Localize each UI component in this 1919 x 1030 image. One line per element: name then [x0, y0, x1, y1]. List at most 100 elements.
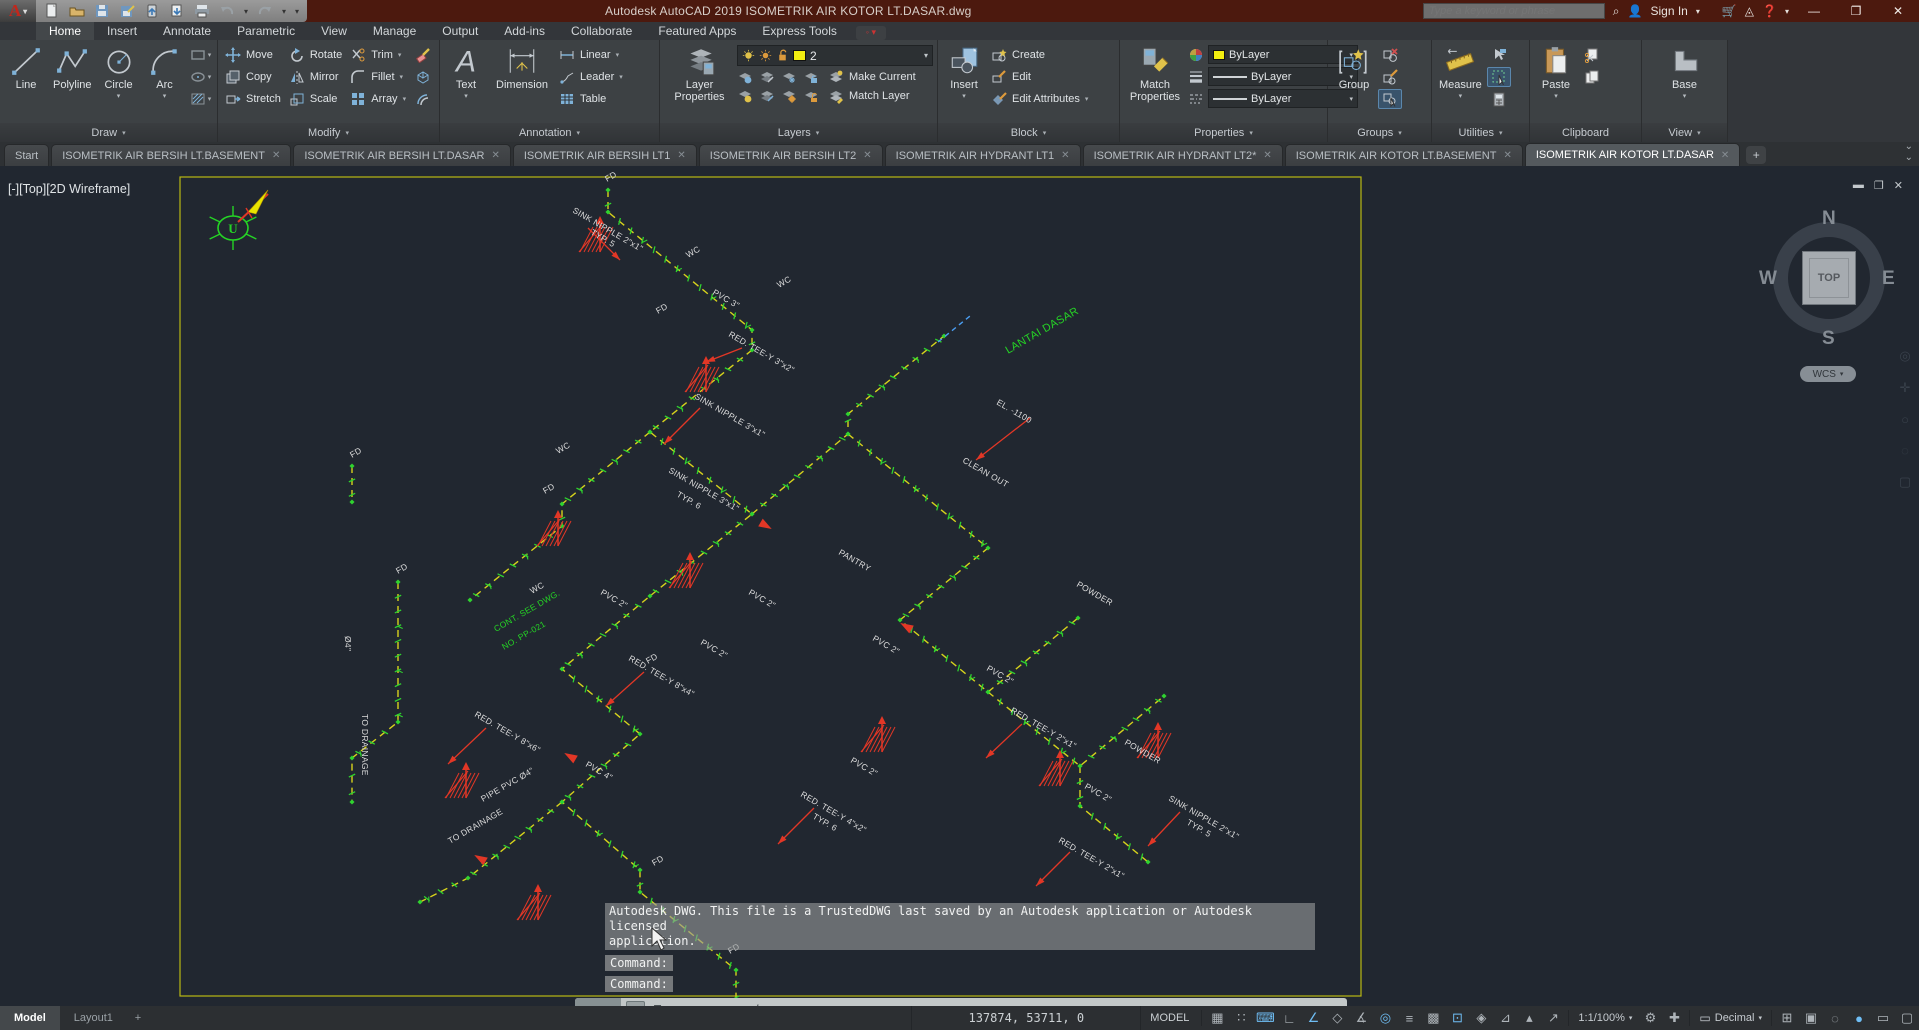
scale-button[interactable]: Scale: [286, 89, 345, 109]
tab-close-icon[interactable]: ✕: [272, 150, 280, 161]
drawing-label[interactable]: PIPE PVC Ø4": [479, 765, 536, 803]
measure-button[interactable]: Measure ▾: [1436, 43, 1485, 123]
erase-button[interactable]: [411, 45, 435, 65]
drawing-label[interactable]: PVC 2": [1083, 781, 1113, 804]
table-button[interactable]: Table: [556, 89, 626, 109]
plot-icon[interactable]: [194, 3, 210, 19]
drawing-label[interactable]: FD: [650, 853, 665, 868]
copy-button[interactable]: Copy: [222, 67, 284, 87]
save-to-mobile-icon[interactable]: [169, 3, 185, 19]
annotation-scale-add-icon[interactable]: ✚: [1662, 1006, 1686, 1030]
lineweight-icon[interactable]: ≡: [1397, 1006, 1421, 1030]
ungroup-button[interactable]: [1378, 45, 1402, 65]
base-button[interactable]: Base ▾: [1663, 43, 1707, 123]
drawing-label[interactable]: EL. -1100: [995, 397, 1034, 425]
quick-properties-icon[interactable]: ⊞: [1775, 1006, 1799, 1030]
drawing-label[interactable]: PVC 2": [871, 633, 901, 656]
ortho-icon[interactable]: ∟: [1277, 1006, 1301, 1030]
annotation-visibility-icon[interactable]: ▴: [1517, 1006, 1541, 1030]
layout1-tab[interactable]: Layout1: [60, 1006, 127, 1030]
pipe-line[interactable]: [348, 463, 356, 505]
drawing-label[interactable]: PVC 2": [747, 587, 777, 610]
layer-properties-button[interactable]: Layer Properties: [664, 43, 735, 123]
new-drawing-tab-button[interactable]: +: [1746, 146, 1767, 164]
offset-button[interactable]: [411, 89, 435, 109]
tab-close-icon[interactable]: ✕: [1263, 150, 1271, 161]
polar-tracking-icon[interactable]: ∠: [1301, 1006, 1325, 1030]
leader-line[interactable]: [705, 347, 743, 365]
array-button[interactable]: Array ▾: [347, 89, 409, 109]
layer-dropdown[interactable]: 2 ▾: [737, 45, 933, 66]
tab-close-icon[interactable]: ✕: [491, 150, 499, 161]
match-properties-button[interactable]: Match Properties: [1124, 43, 1186, 123]
linear-button[interactable]: Linear ▾: [556, 45, 626, 65]
circle-button[interactable]: Circle ▾: [97, 43, 141, 123]
ribbon-tab-home[interactable]: Home: [36, 22, 95, 40]
fillet-button[interactable]: Fillet ▾: [347, 67, 409, 87]
close-button[interactable]: ✕: [1881, 0, 1915, 22]
autocad-logo[interactable]: A ▾: [0, 0, 36, 22]
open-folder-icon[interactable]: [69, 3, 85, 19]
tab-close-icon[interactable]: ✕: [1503, 150, 1511, 161]
isolate-objects-icon[interactable]: ◌: [1823, 1006, 1847, 1030]
undo-dropdown[interactable]: ▾: [244, 7, 248, 16]
graphics-performance-icon[interactable]: ●: [1847, 1006, 1871, 1030]
arc-button[interactable]: Arc ▾: [143, 43, 187, 123]
clean-screen-icon[interactable]: ▢: [1895, 1006, 1919, 1030]
drawing-label[interactable]: PVC 2": [699, 637, 729, 660]
drawing-label[interactable]: FD: [348, 445, 363, 460]
leader-line[interactable]: [662, 407, 701, 446]
help-icon[interactable]: ❓: [1762, 4, 1777, 18]
file-tab-start[interactable]: Start: [4, 144, 50, 166]
drawing-label[interactable]: WC: [684, 244, 702, 260]
riser-annotation[interactable]: [668, 552, 704, 589]
stretch-button[interactable]: Stretch: [222, 89, 284, 109]
drawing-label[interactable]: RED. TEE-Y 2"x1": [1009, 705, 1078, 751]
panel-label-properties[interactable]: Properties ▾: [1120, 123, 1327, 142]
drawing-label[interactable]: WC: [775, 274, 793, 290]
drawing-label[interactable]: RED. TEE-Y 3"x2": [727, 329, 796, 375]
save-as-icon[interactable]: [119, 3, 135, 19]
layer-freeze-icon[interactable]: [781, 69, 797, 85]
riser-annotation[interactable]: [860, 716, 896, 753]
navigation-bar[interactable]: ◎ ✛ ○ ◌ ▢: [1894, 348, 1916, 489]
ribbon-tab-parametric[interactable]: Parametric: [224, 22, 308, 40]
pan-icon[interactable]: ✛: [1900, 380, 1911, 396]
id-point-button[interactable]: [1486, 67, 1511, 87]
object-snap-icon[interactable]: ◎: [1373, 1006, 1397, 1030]
viewcube-top-face[interactable]: TOP: [1802, 251, 1856, 305]
pipe-line[interactable]: [845, 431, 1081, 695]
ribbon-tab-output[interactable]: Output: [429, 22, 491, 40]
drawing-label[interactable]: TO DRAINAGE: [360, 714, 370, 776]
panel-label-draw[interactable]: Draw ▾: [0, 123, 217, 142]
dynamic-input-icon[interactable]: ⌨: [1253, 1006, 1277, 1030]
tab-close-icon[interactable]: ✕: [1061, 150, 1069, 161]
panel-label-utilities[interactable]: Utilities ▾: [1432, 123, 1529, 142]
save-icon[interactable]: [94, 3, 110, 19]
tab-close-icon[interactable]: ✕: [863, 150, 871, 161]
leader-button[interactable]: Leader ▾: [556, 67, 626, 87]
edit-attributes-button[interactable]: Edit Attributes ▾: [988, 89, 1091, 109]
doc-restore-icon[interactable]: ❐: [1874, 179, 1884, 192]
snap-mode-icon[interactable]: ∷: [1229, 1006, 1253, 1030]
explode-button[interactable]: [411, 67, 435, 87]
new-layout-button[interactable]: +: [127, 1012, 149, 1024]
mirror-button[interactable]: Mirror: [286, 67, 345, 87]
viewcube-north[interactable]: N: [1822, 208, 1836, 230]
group-edit-button[interactable]: [1378, 67, 1402, 87]
ribbon-tab-add-ins[interactable]: Add-ins: [491, 22, 558, 40]
drawing-label[interactable]: TYP. 6: [675, 489, 703, 511]
wcs-dropdown[interactable]: WCS ▾: [1800, 366, 1856, 382]
leader-line[interactable]: [1034, 851, 1071, 888]
redo-dropdown[interactable]: ▾: [282, 7, 286, 16]
ribbon-display-toggle[interactable]: ◦ ▾: [855, 26, 886, 40]
pipe-line[interactable]: [348, 579, 403, 805]
pipe-line[interactable]: [985, 689, 1167, 769]
hatch-button[interactable]: ▾: [189, 89, 213, 109]
group-button[interactable]: Group: [1332, 43, 1376, 123]
help-dropdown-icon[interactable]: ▾: [1785, 7, 1789, 16]
drawing-label[interactable]: PVC 2": [599, 587, 629, 610]
layer-turn-on-icon[interactable]: [737, 88, 753, 104]
file-tab-isometrik-air-kotor-lt-dasar[interactable]: ISOMETRIK AIR KOTOR LT.DASAR ✕: [1524, 143, 1741, 166]
ribbon-tab-insert[interactable]: Insert: [94, 22, 150, 40]
